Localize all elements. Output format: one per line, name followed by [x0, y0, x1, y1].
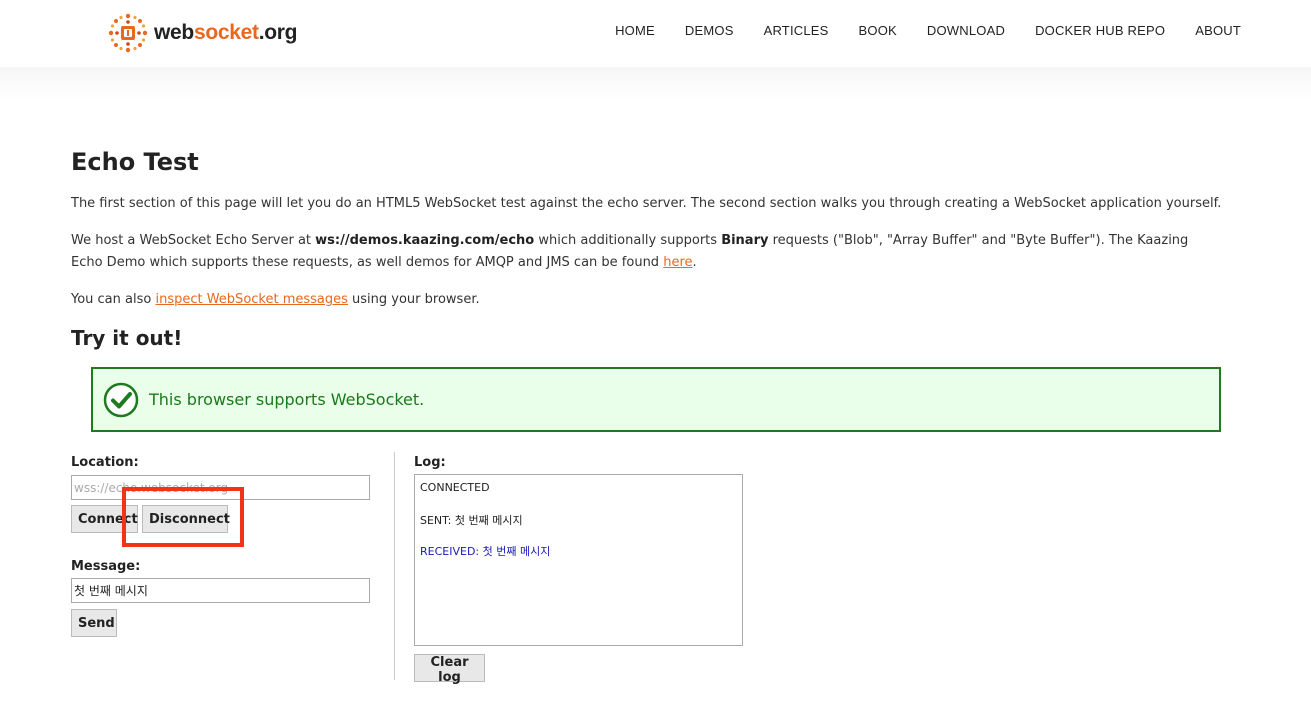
nav-articles[interactable]: ARTICLES — [764, 23, 829, 38]
log-label: Log: — [414, 455, 446, 470]
logo-text-accent: socket — [193, 21, 259, 44]
host-paragraph: We host a WebSocket Echo Server at ws://… — [71, 230, 1221, 274]
websocket-logo-icon — [108, 13, 148, 53]
nav-book[interactable]: BOOK — [859, 23, 897, 38]
websocket-support-banner: This browser supports WebSocket. — [91, 367, 1221, 432]
intro-paragraph: The first section of this page will let … — [71, 196, 1222, 211]
column-divider — [394, 452, 395, 680]
echo-server-url: ws://demos.kaazing.com/echo — [315, 233, 535, 248]
check-circle-icon — [103, 382, 139, 417]
support-message: This browser supports WebSocket. — [149, 390, 425, 409]
inspect-text-pre: You can also — [71, 292, 156, 307]
inspect-paragraph: You can also inspect WebSocket messages … — [71, 289, 480, 311]
send-button[interactable]: Send — [71, 609, 117, 637]
host-text-end: . — [692, 255, 697, 270]
nav-demos[interactable]: DEMOS — [685, 23, 734, 38]
nav-about[interactable]: ABOUT — [1195, 23, 1241, 38]
log-entry-sent: SENT: 첫 번째 메시지 — [420, 514, 523, 527]
top-navigation-bar: websocket.org HOME DEMOS ARTICLES BOOK D… — [0, 0, 1311, 67]
host-text-mid: which additionally supports — [534, 233, 722, 248]
inspect-messages-link[interactable]: inspect WebSocket messages — [155, 292, 347, 307]
nav-download[interactable]: DOWNLOAD — [927, 23, 1005, 38]
log-entry-connected: CONNECTED — [420, 481, 490, 494]
logo-text-main: web — [154, 21, 194, 44]
nav-home[interactable]: HOME — [615, 23, 655, 38]
log-entry-received: RECEIVED: 첫 번째 메시지 — [420, 545, 551, 558]
logo-wordmark: websocket.org — [154, 21, 297, 45]
try-it-out-heading: Try it out! — [71, 326, 183, 350]
main-nav: HOME DEMOS ARTICLES BOOK DOWNLOAD DOCKER… — [615, 23, 1241, 38]
header-shadow-band — [0, 67, 1311, 101]
host-text-pre: We host a WebSocket Echo Server at — [71, 233, 316, 248]
location-label: Location: — [71, 455, 139, 470]
binary-label: Binary — [721, 233, 769, 248]
message-input[interactable] — [71, 578, 370, 603]
disconnect-highlight-box — [122, 487, 244, 547]
logo-text-tail: .org — [258, 21, 298, 44]
here-link[interactable]: here — [663, 255, 692, 270]
log-output[interactable]: CONNECTED SENT: 첫 번째 메시지 RECEIVED: 첫 번째 … — [414, 474, 743, 646]
message-label: Message: — [71, 559, 141, 574]
nav-docker-hub-repo[interactable]: DOCKER HUB REPO — [1035, 23, 1165, 38]
clear-log-button[interactable]: Clear log — [414, 654, 485, 685]
site-logo[interactable]: websocket.org — [108, 12, 297, 54]
main-content: Echo Test The first section of this page… — [71, 148, 1241, 350]
page-title: Echo Test — [71, 148, 199, 176]
inspect-text-post: using your browser. — [347, 292, 480, 307]
